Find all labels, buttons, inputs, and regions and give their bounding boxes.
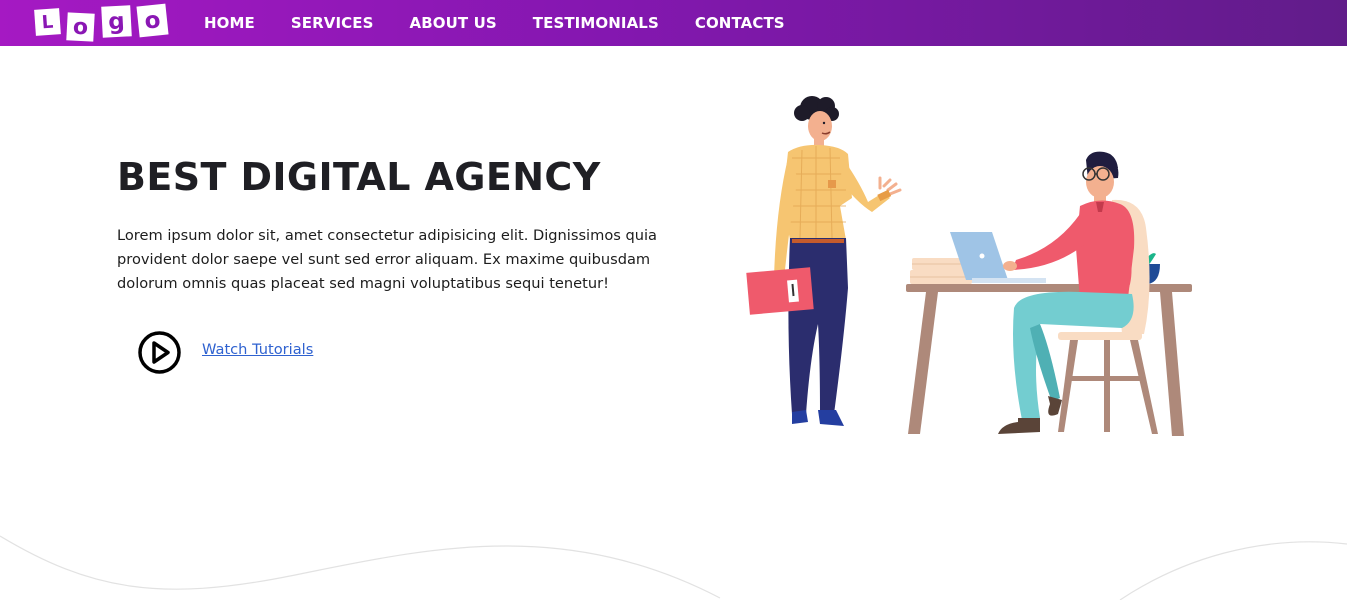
top-navbar: L o g o HOME SERVICES ABOUT US TESTIMONI… bbox=[0, 0, 1347, 46]
standing-man-figure bbox=[746, 96, 902, 426]
nav-contacts[interactable]: CONTACTS bbox=[695, 14, 785, 32]
office-illustration bbox=[740, 88, 1210, 443]
hero-description: Lorem ipsum dolor sit, amet consectetur … bbox=[117, 227, 658, 292]
nav-about-us[interactable]: ABOUT US bbox=[410, 14, 497, 32]
main-nav: HOME SERVICES ABOUT US TESTIMONIALS CONT… bbox=[204, 0, 821, 46]
logo-letter-o: o bbox=[66, 12, 95, 42]
hero-title: BEST DIGITAL AGENCY bbox=[117, 155, 601, 199]
nav-home[interactable]: HOME bbox=[204, 14, 255, 32]
logo-letter-l: L bbox=[34, 8, 61, 36]
watch-tutorials-link[interactable]: Watch Tutorials bbox=[202, 341, 313, 358]
logo[interactable]: L o g o bbox=[34, 3, 170, 42]
logo-letter-o2: o bbox=[136, 3, 169, 38]
nav-services[interactable]: SERVICES bbox=[291, 14, 374, 32]
nav-testimonials[interactable]: TESTIMONIALS bbox=[533, 14, 659, 32]
wave-divider bbox=[0, 535, 1347, 600]
logo-letter-g: g bbox=[101, 5, 132, 38]
seated-man-figure bbox=[998, 151, 1158, 434]
play-circle-icon[interactable] bbox=[137, 330, 182, 375]
